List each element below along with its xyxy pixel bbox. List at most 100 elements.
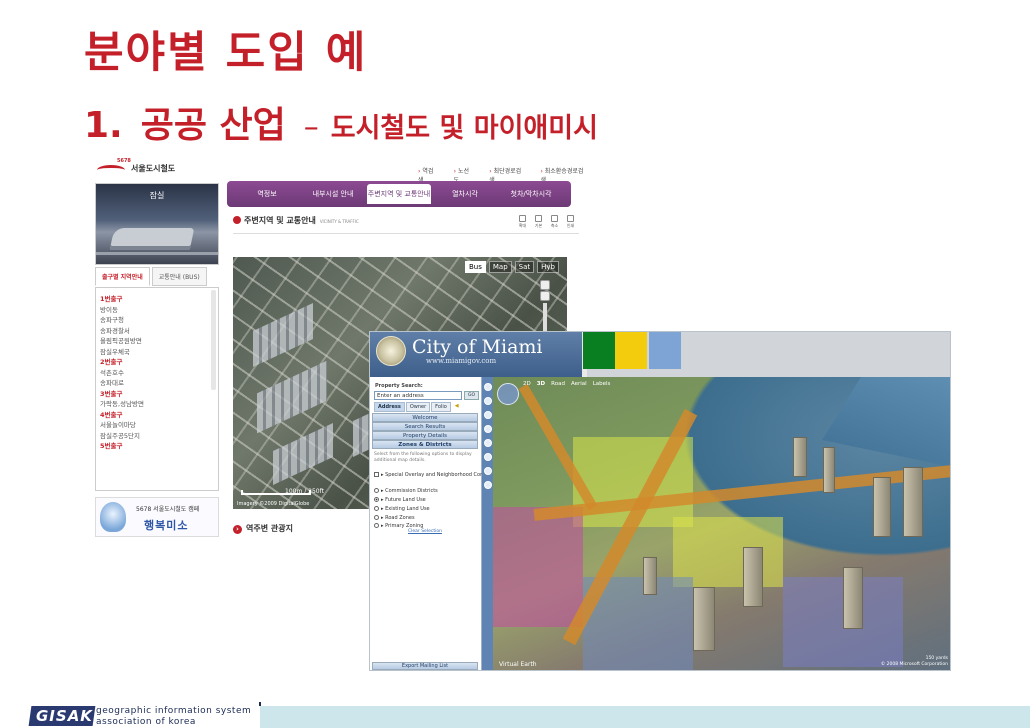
property-search-label: Property Search: bbox=[375, 383, 423, 389]
metro-logo[interactable]: 5678 서울도시철도 bbox=[97, 157, 197, 177]
view-tools: 확대 기본 축소 인쇄 bbox=[517, 215, 576, 229]
list-item[interactable]: 5번출구 bbox=[100, 441, 214, 452]
building bbox=[743, 547, 763, 607]
section-property-details[interactable]: Property Details bbox=[372, 431, 478, 440]
list-item[interactable]: 방이동 bbox=[100, 305, 214, 316]
banner-line1: 5678 서울도시철도 캠페 bbox=[136, 506, 200, 513]
print-icon bbox=[567, 215, 574, 222]
building bbox=[643, 557, 657, 595]
main-nav: 역정보 내부시설 안내 주변지역 및 교통안내 열차시각 첫차/막차시각 bbox=[227, 181, 571, 207]
brand-color-yellow bbox=[615, 332, 647, 369]
go-button[interactable]: GO bbox=[464, 391, 479, 400]
download-icon[interactable] bbox=[483, 425, 492, 433]
list-item[interactable]: 가락동,성남방면 bbox=[100, 399, 214, 410]
building bbox=[873, 477, 891, 537]
scale-text: 100m / 250ft bbox=[285, 488, 324, 495]
refresh-icon[interactable] bbox=[483, 453, 492, 461]
list-item[interactable]: 올림픽공원방면 bbox=[100, 336, 214, 347]
list-item[interactable]: 잠실주공5단지 bbox=[100, 431, 214, 442]
view-2d[interactable]: 2D bbox=[523, 381, 531, 387]
bay-water bbox=[822, 377, 950, 467]
view-labels[interactable]: Labels bbox=[593, 381, 611, 387]
header-brand: City of Miami www.miamigov.com bbox=[370, 332, 582, 377]
footer-bar bbox=[260, 706, 1030, 728]
tourist-sites-link[interactable]: 역주변 관광지 bbox=[233, 523, 293, 534]
nav-station-info[interactable]: 역정보 bbox=[235, 184, 299, 204]
radio[interactable] bbox=[374, 506, 379, 511]
list-item[interactable]: 서울놀이마당 bbox=[100, 420, 214, 431]
building bbox=[693, 587, 715, 651]
radio[interactable] bbox=[374, 515, 379, 520]
map-type-hyb[interactable]: Hyb bbox=[537, 261, 559, 273]
list-item[interactable]: 송파대로 bbox=[100, 378, 214, 389]
zoom-slider[interactable] bbox=[543, 303, 547, 333]
upload-icon[interactable] bbox=[483, 439, 492, 447]
option-commission-districts[interactable]: ▸ Commission Districts bbox=[374, 488, 438, 494]
campaign-banner[interactable]: 5678 서울도시철도 캠페 행복미소 bbox=[95, 497, 219, 537]
option-future-land-use[interactable]: ▸ Future Land Use bbox=[374, 497, 426, 503]
option-existing-land-use[interactable]: ▸ Existing Land Use bbox=[374, 506, 430, 512]
option-label: Future Land Use bbox=[385, 497, 426, 503]
section-search-results[interactable]: Search Results bbox=[372, 422, 478, 431]
building-block bbox=[253, 303, 313, 367]
nav-facilities[interactable]: 내부시설 안내 bbox=[301, 184, 365, 204]
section-title-text: 주변지역 및 교통안내 bbox=[244, 216, 316, 225]
building bbox=[843, 567, 863, 629]
section-zones-districts[interactable]: Zones & Districts bbox=[372, 440, 478, 449]
nav-first-last-train[interactable]: 첫차/막차시각 bbox=[499, 184, 563, 204]
tab-owner[interactable]: Owner bbox=[405, 402, 431, 412]
checkbox[interactable] bbox=[374, 472, 379, 477]
pan-icon[interactable] bbox=[540, 280, 550, 290]
clear-selection-link[interactable]: Clear Selection bbox=[408, 529, 442, 534]
tab-bus-guide[interactable]: 교통안내 (BUS) bbox=[151, 267, 207, 286]
view-aerial[interactable]: Aerial bbox=[571, 381, 587, 387]
tab-folio[interactable]: Folio bbox=[431, 402, 451, 412]
view-3d[interactable]: 3D bbox=[537, 381, 545, 387]
city-url[interactable]: www.miamigov.com bbox=[426, 357, 496, 365]
tab-address[interactable]: Address bbox=[374, 402, 405, 412]
zoom-plus-icon[interactable] bbox=[540, 291, 550, 301]
default-view-button[interactable]: 기본 bbox=[533, 215, 544, 229]
pan-icon[interactable] bbox=[483, 411, 492, 419]
list-item[interactable]: 3번출구 bbox=[100, 389, 214, 400]
list-item[interactable]: 송파경찰서 bbox=[100, 326, 214, 337]
map-type-map[interactable]: Map bbox=[488, 261, 512, 273]
print-button[interactable]: 인쇄 bbox=[565, 215, 576, 229]
radio[interactable] bbox=[374, 488, 379, 493]
nav-timetable[interactable]: 열차시각 bbox=[433, 184, 497, 204]
zoom-out-button[interactable]: 축소 bbox=[549, 215, 560, 229]
back-icon[interactable] bbox=[483, 467, 492, 475]
address-input[interactable]: Enter an address bbox=[374, 391, 462, 400]
tool-label: 기본 bbox=[534, 223, 543, 228]
list-item[interactable]: 석촌호수 bbox=[100, 368, 214, 379]
map-type-bus[interactable]: Bus bbox=[464, 261, 486, 273]
export-mailing-list-button[interactable]: Export Mailing List bbox=[372, 662, 478, 670]
list-item[interactable]: 1번출구 bbox=[100, 294, 214, 305]
compass-icon[interactable] bbox=[497, 383, 519, 405]
exit-list-scrollbar[interactable] bbox=[211, 290, 216, 390]
map-type-sat[interactable]: Sat bbox=[514, 261, 535, 273]
view-road[interactable]: Road bbox=[551, 381, 565, 387]
list-item[interactable]: 2번출구 bbox=[100, 357, 214, 368]
radio[interactable] bbox=[374, 523, 379, 528]
arrow-icon[interactable]: ◀ bbox=[452, 402, 462, 412]
section-welcome[interactable]: Welcome bbox=[372, 413, 478, 422]
banner-line2: 행복미소 bbox=[144, 519, 189, 532]
tab-exit-guide[interactable]: 출구별 지역안내 bbox=[95, 267, 150, 286]
list-item[interactable]: 송파구청 bbox=[100, 315, 214, 326]
nav-vicinity-traffic[interactable]: 주변지역 및 교통안내 bbox=[367, 184, 431, 204]
list-item[interactable]: 4번출구 bbox=[100, 410, 214, 421]
list-item[interactable]: 잠실우체국 bbox=[100, 347, 214, 358]
radio[interactable] bbox=[374, 497, 379, 502]
search-panel: Property Search: Enter an address GO Add… bbox=[370, 377, 529, 670]
zoom-in-button[interactable]: 확대 bbox=[517, 215, 528, 229]
zoom-out-icon[interactable] bbox=[483, 397, 492, 405]
option-road-zones[interactable]: ▸ Road Zones bbox=[374, 515, 415, 521]
map-view-toolbar: 2D 3D Road Aerial Labels bbox=[523, 381, 610, 387]
rail-decoration bbox=[96, 252, 218, 255]
map-3d-view[interactable]: 2D 3D Road Aerial Labels Virtual Earth 1… bbox=[493, 377, 950, 670]
zones-description: Select from the following options to dis… bbox=[374, 452, 472, 463]
zoom-in-icon[interactable] bbox=[483, 383, 492, 391]
measure-icon[interactable] bbox=[483, 481, 492, 489]
org-name-line2: association of korea bbox=[96, 717, 196, 727]
